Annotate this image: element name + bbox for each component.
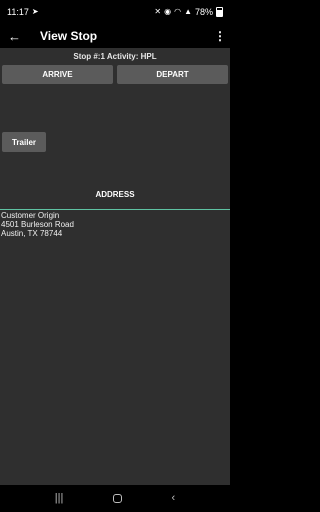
app-bar: ← View Stop ⋮	[0, 24, 230, 48]
battery-icon	[216, 7, 223, 17]
home-icon[interactable]	[112, 494, 122, 503]
status-bar: 11:17 ➤ ✕ ◉ ◠ ▲ 78%	[0, 0, 230, 24]
address-line-city: Austin, TX 78744	[1, 229, 63, 238]
divider	[0, 209, 230, 210]
page-title: View Stop	[40, 29, 98, 43]
address-line-name: Customer Origin	[1, 211, 60, 220]
address-block: Customer Origin 4501 Burleson Road Austi…	[1, 211, 74, 238]
address-line-street: 4501 Burleson Road	[1, 220, 74, 229]
back-nav-icon[interactable]: ‹	[172, 493, 176, 504]
wifi-icon: ◠	[174, 7, 182, 16]
signal-icon: ▲	[184, 7, 192, 16]
stop-content: Stop #:1 Activity: HPL ARRIVE DEPART Tra…	[0, 48, 230, 485]
mute-icon: ✕	[154, 7, 162, 16]
status-time: 11:17	[7, 7, 29, 17]
stop-info: Stop #:1 Activity: HPL	[73, 52, 157, 61]
address-heading: ADDRESS	[95, 190, 135, 199]
send-icon: ➤	[31, 7, 39, 16]
recents-icon[interactable]: |||	[55, 493, 64, 504]
location-icon: ◉	[164, 7, 172, 16]
system-nav-bar: ||| ‹	[0, 485, 230, 512]
arrive-button[interactable]: ARRIVE	[2, 65, 113, 84]
battery-percent: 78%	[194, 7, 213, 17]
more-vert-icon[interactable]: ⋮	[214, 30, 226, 42]
trailer-button[interactable]: Trailer	[2, 132, 46, 152]
depart-button[interactable]: DEPART	[117, 65, 228, 84]
arrow-left-icon[interactable]: ←	[8, 30, 28, 43]
